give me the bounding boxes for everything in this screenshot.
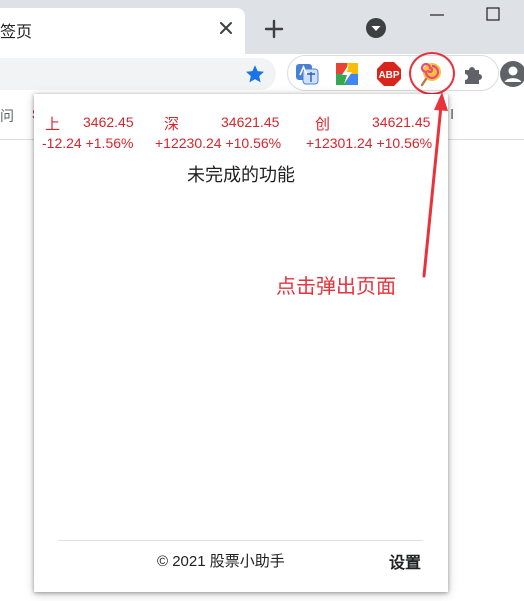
settings-button[interactable]: 设置 (389, 549, 421, 573)
chevron-down-icon[interactable] (365, 17, 387, 39)
placeholder-text: 未完成的功能 (187, 165, 295, 185)
address-bar[interactable] (0, 58, 276, 90)
minimize-icon[interactable] (428, 6, 446, 24)
translate-extension-icon[interactable] (294, 61, 320, 87)
bookmark-item[interactable]: I (450, 106, 454, 123)
annotation-label: 点击弹出页面 (276, 276, 396, 298)
puzzle-icon[interactable] (460, 61, 486, 87)
index-change-shenzhen: +12230.24 +10.56% (155, 135, 282, 151)
index-change-chinext: +12301.24 +10.56% (306, 135, 433, 151)
index-name-chinext: 创 (315, 116, 331, 133)
index-value-shenzhen: 34621.45 (221, 114, 280, 130)
index-value-shanghai: 3462.45 (83, 114, 134, 130)
copyright-text: © 2021 股票小助手 (157, 553, 285, 570)
extension-popup: 上 3462.45 -12.24 +1.56% 深 34621.45 +1223… (34, 94, 448, 592)
index-name-shenzhen: 深 (164, 116, 180, 133)
index-change-shanghai: -12.24 +1.56% (42, 135, 134, 151)
abp-label: ABP (378, 70, 399, 81)
star-icon[interactable] (244, 63, 266, 85)
index-value-chinext: 34621.45 (372, 114, 431, 130)
footer-divider (58, 540, 423, 541)
tab-title: 签页 (0, 24, 33, 41)
annotation-highlight-circle (409, 52, 455, 95)
tab-strip: 签页 (0, 0, 524, 54)
adblock-plus-icon[interactable]: ABP (376, 61, 402, 87)
profile-icon[interactable] (499, 60, 524, 88)
maximize-icon[interactable] (484, 6, 502, 24)
plus-icon[interactable] (261, 16, 287, 42)
index-name-shanghai: 上 (45, 116, 61, 133)
lightning-extension-icon[interactable] (334, 61, 360, 87)
browser-tab[interactable]: 签页 (0, 8, 245, 54)
close-icon[interactable] (214, 16, 238, 40)
bookmark-item[interactable]: 问 (0, 106, 14, 126)
